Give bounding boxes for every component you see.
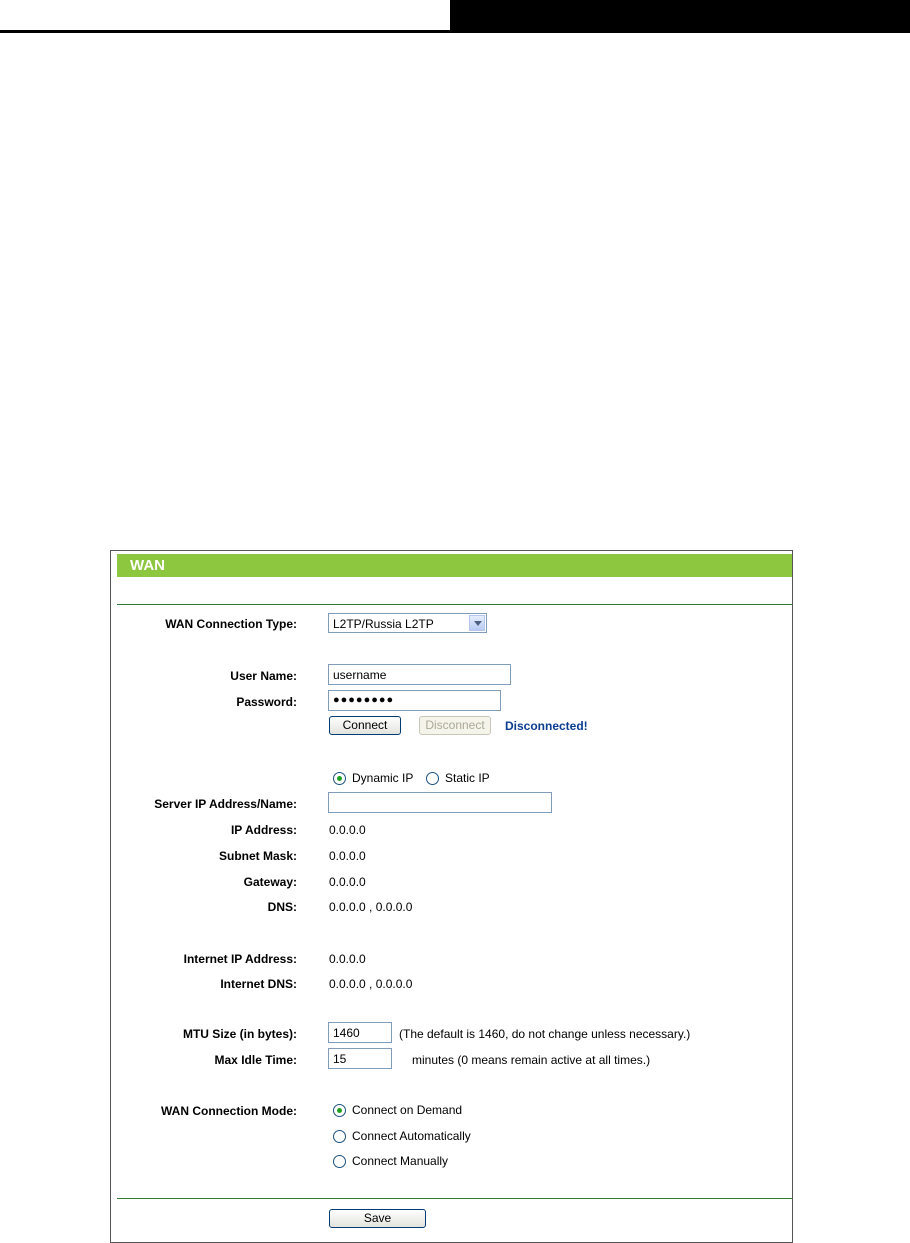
max-idle-time-label: Max Idle Time: [214,1053,297,1067]
wan-connection-type-select[interactable]: L2TP/Russia L2TP [328,613,487,633]
static-ip-label: Static IP [445,771,490,785]
document-header-block [450,0,910,33]
internet-ip-value: 0.0.0.0 [329,952,366,966]
top-divider [117,604,792,605]
password-label: Password: [236,695,297,709]
connection-status: Disconnected! [505,719,588,733]
gateway-value: 0.0.0.0 [329,875,366,889]
connect-manually-label: Connect Manually [352,1154,449,1168]
wan-settings-panel: WAN WAN Connection Type: L2TP/Russia L2T… [110,550,793,1243]
gateway-label: Gateway: [243,875,297,889]
password-input[interactable]: ●●●●●●●● [328,690,501,711]
connect-on-demand-label: Connect on Demand [352,1103,463,1117]
connect-automatically-label: Connect Automatically [352,1129,471,1143]
bottom-divider [117,1198,792,1199]
panel-title: WAN [130,557,165,574]
document-header-rule [0,30,450,33]
dns-label: DNS: [267,900,297,914]
ip-address-label: IP Address: [230,823,297,837]
subnet-mask-value: 0.0.0.0 [329,849,366,863]
subnet-mask-label: Subnet Mask: [218,849,297,863]
server-ip-input[interactable] [328,792,552,813]
wan-connection-mode-label: WAN Connection Mode: [161,1104,297,1118]
static-ip-radio[interactable] [426,772,439,785]
internet-dns-label: Internet DNS: [220,977,297,991]
chevron-down-icon[interactable] [469,615,485,631]
connect-manually-radio[interactable] [333,1155,346,1168]
connect-on-demand-radio[interactable] [333,1104,346,1117]
mtu-size-hint: (The default is 1460, do not change unle… [399,1027,691,1041]
mtu-size-input[interactable]: 1460 [328,1022,392,1043]
user-name-input[interactable]: username [328,664,511,685]
save-button[interactable]: Save [329,1209,426,1228]
connect-automatically-radio[interactable] [333,1130,346,1143]
panel-title-bar: WAN [117,554,792,577]
dynamic-ip-radio[interactable] [333,772,346,785]
wan-connection-type-value: L2TP/Russia L2TP [333,617,434,631]
mtu-size-label: MTU Size (in bytes): [182,1027,297,1041]
ip-address-value: 0.0.0.0 [329,823,366,837]
dynamic-ip-label: Dynamic IP [352,771,414,785]
internet-ip-label: Internet IP Address: [183,952,297,966]
dns-value: 0.0.0.0 , 0.0.0.0 [329,900,413,914]
disconnect-button[interactable]: Disconnect [419,716,491,735]
user-name-label: User Name: [230,669,297,683]
connect-button[interactable]: Connect [329,716,401,735]
server-ip-label: Server IP Address/Name: [154,797,297,811]
max-idle-time-hint: minutes (0 means remain active at all ti… [412,1053,651,1067]
internet-dns-value: 0.0.0.0 , 0.0.0.0 [329,977,413,991]
max-idle-time-input[interactable]: 15 [328,1048,392,1069]
wan-connection-type-label: WAN Connection Type: [165,617,297,631]
